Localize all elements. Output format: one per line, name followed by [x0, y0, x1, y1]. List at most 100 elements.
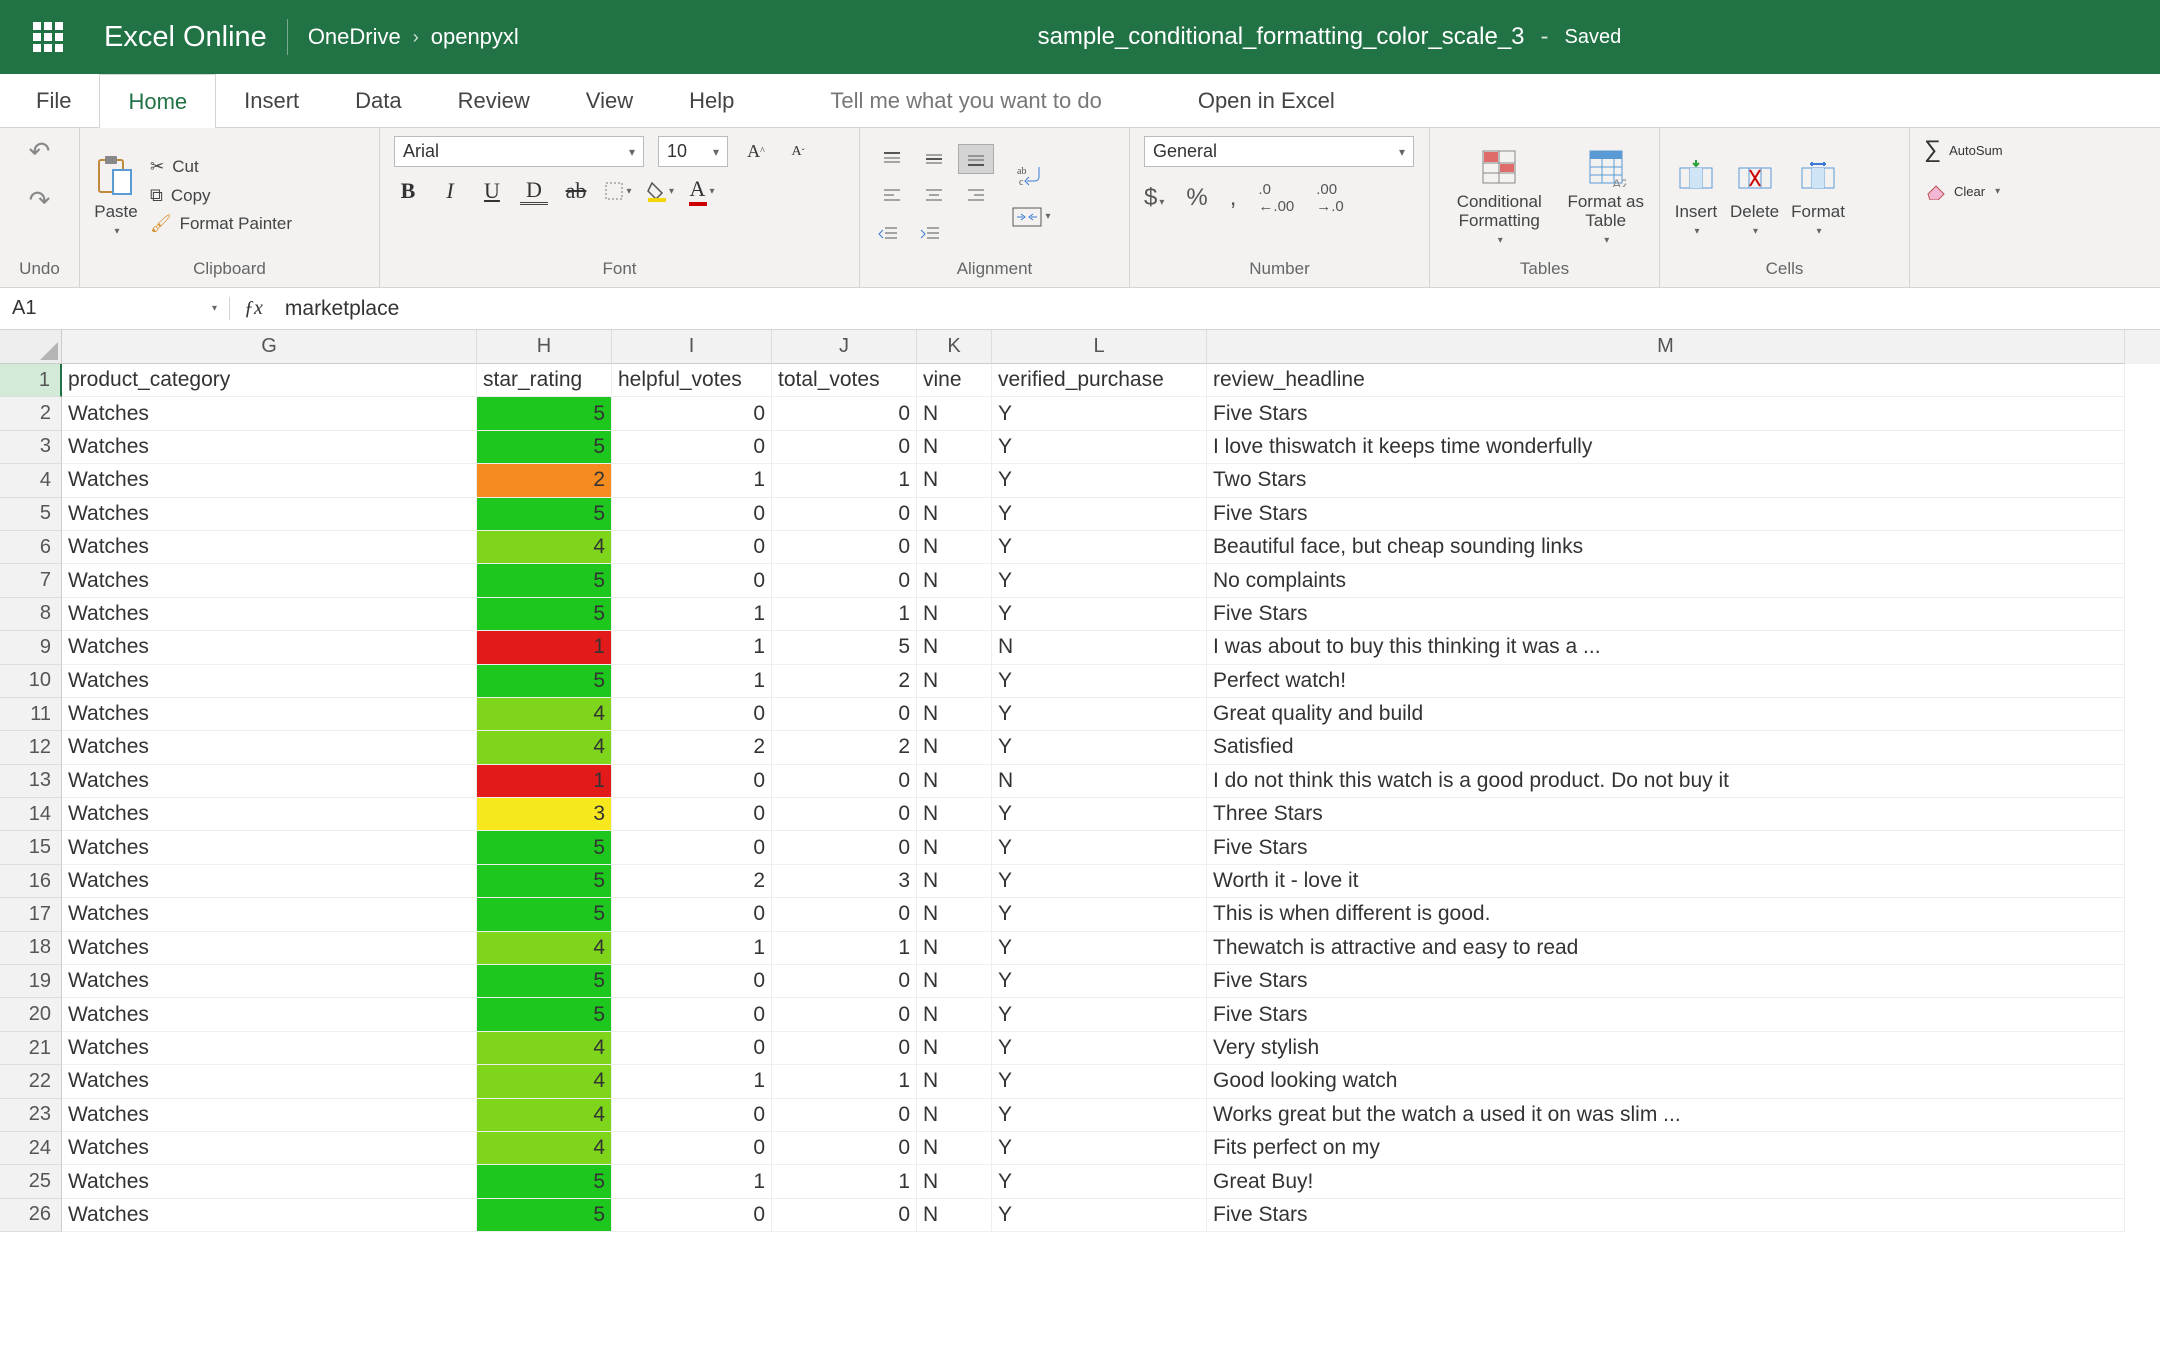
- row-header-26[interactable]: 26: [0, 1199, 62, 1232]
- cell[interactable]: Beautiful face, but cheap sounding links: [1207, 531, 2125, 564]
- cell[interactable]: Watches: [62, 1132, 477, 1165]
- cell[interactable]: 2: [612, 731, 772, 764]
- row-header-4[interactable]: 4: [0, 464, 62, 497]
- cell[interactable]: 0: [612, 1132, 772, 1165]
- cell[interactable]: Y: [992, 831, 1207, 864]
- cell[interactable]: 2: [772, 731, 917, 764]
- tab-data[interactable]: Data: [327, 74, 429, 127]
- row-header-20[interactable]: 20: [0, 998, 62, 1031]
- cell[interactable]: 0: [772, 965, 917, 998]
- cell[interactable]: Y: [992, 965, 1207, 998]
- tab-file[interactable]: File: [8, 74, 99, 127]
- cell[interactable]: Watches: [62, 564, 477, 597]
- cell[interactable]: Y: [992, 798, 1207, 831]
- cell[interactable]: 0: [612, 765, 772, 798]
- cell[interactable]: Y: [992, 865, 1207, 898]
- cell[interactable]: Watches: [62, 631, 477, 664]
- cell[interactable]: Watches: [62, 731, 477, 764]
- merge-button[interactable]: ▾: [1010, 203, 1052, 231]
- cell[interactable]: 1: [772, 1165, 917, 1198]
- cell[interactable]: 0: [772, 765, 917, 798]
- cell[interactable]: 0: [772, 1099, 917, 1132]
- cell[interactable]: 0: [612, 498, 772, 531]
- decrease-decimal-button[interactable]: .00→.0: [1316, 181, 1344, 215]
- cell[interactable]: star_rating: [477, 364, 612, 397]
- cell[interactable]: product_category: [62, 364, 477, 397]
- cell[interactable]: Y: [992, 1032, 1207, 1065]
- paste-button[interactable]: Paste ▾: [94, 154, 138, 237]
- cell[interactable]: 5: [477, 564, 612, 597]
- col-header-K[interactable]: K: [917, 330, 992, 364]
- cell[interactable]: Y: [992, 665, 1207, 698]
- align-right-button[interactable]: [958, 180, 994, 210]
- cell[interactable]: Three Stars: [1207, 798, 2125, 831]
- decrease-indent-button[interactable]: [874, 220, 902, 248]
- cell[interactable]: 1: [612, 1165, 772, 1198]
- cell[interactable]: 0: [612, 1032, 772, 1065]
- cell[interactable]: Y: [992, 731, 1207, 764]
- tab-review[interactable]: Review: [430, 74, 558, 127]
- cell[interactable]: 5: [477, 397, 612, 430]
- cell[interactable]: Thewatch is attractive and easy to read: [1207, 932, 2125, 965]
- cell[interactable]: N: [917, 531, 992, 564]
- cell[interactable]: Watches: [62, 1199, 477, 1232]
- cell[interactable]: Watches: [62, 1065, 477, 1098]
- cell[interactable]: Watches: [62, 464, 477, 497]
- cell[interactable]: N: [917, 498, 992, 531]
- cell[interactable]: N: [917, 698, 992, 731]
- cell[interactable]: 4: [477, 1032, 612, 1065]
- cell[interactable]: Y: [992, 698, 1207, 731]
- cell[interactable]: Five Stars: [1207, 598, 2125, 631]
- cell[interactable]: 5: [477, 865, 612, 898]
- cell[interactable]: Y: [992, 998, 1207, 1031]
- cell[interactable]: Y: [992, 431, 1207, 464]
- cell[interactable]: 2: [477, 464, 612, 497]
- cell[interactable]: I was about to buy this thinking it was …: [1207, 631, 2125, 664]
- cell[interactable]: vine: [917, 364, 992, 397]
- row-header-7[interactable]: 7: [0, 564, 62, 597]
- cell[interactable]: Watches: [62, 898, 477, 931]
- cell[interactable]: 0: [612, 698, 772, 731]
- row-header-14[interactable]: 14: [0, 798, 62, 831]
- cell[interactable]: 1: [772, 1065, 917, 1098]
- cell[interactable]: Good looking watch: [1207, 1065, 2125, 1098]
- cell[interactable]: 0: [612, 564, 772, 597]
- cell[interactable]: Watches: [62, 998, 477, 1031]
- row-header-22[interactable]: 22: [0, 1065, 62, 1098]
- grow-font-button[interactable]: A^: [742, 138, 770, 166]
- app-launcher-button[interactable]: [20, 22, 76, 52]
- cell[interactable]: 0: [612, 1099, 772, 1132]
- col-header-L[interactable]: L: [992, 330, 1207, 364]
- cell[interactable]: Watches: [62, 498, 477, 531]
- percent-button[interactable]: %: [1186, 184, 1207, 212]
- cell[interactable]: Y: [992, 1065, 1207, 1098]
- conditional-formatting-button[interactable]: Conditional Formatting▾: [1444, 145, 1554, 245]
- cell[interactable]: Y: [992, 932, 1207, 965]
- font-name-combo[interactable]: Arial▾: [394, 136, 644, 167]
- borders-button[interactable]: ▾: [604, 177, 632, 205]
- row-header-6[interactable]: 6: [0, 531, 62, 564]
- cell[interactable]: 4: [477, 698, 612, 731]
- cell[interactable]: 4: [477, 1132, 612, 1165]
- cell[interactable]: 2: [612, 865, 772, 898]
- cell[interactable]: Y: [992, 598, 1207, 631]
- name-box[interactable]: A1 ▾: [0, 297, 230, 320]
- tab-view[interactable]: View: [558, 74, 661, 127]
- underline-button[interactable]: U: [478, 177, 506, 205]
- breadcrumb-item[interactable]: openpyxl: [431, 24, 519, 50]
- align-bottom-button[interactable]: [958, 144, 994, 174]
- cell[interactable]: 5: [772, 631, 917, 664]
- cell[interactable]: N: [917, 1165, 992, 1198]
- cell[interactable]: Y: [992, 564, 1207, 597]
- row-header-3[interactable]: 3: [0, 431, 62, 464]
- cell[interactable]: 0: [772, 1132, 917, 1165]
- cell[interactable]: N: [917, 1032, 992, 1065]
- row-header-21[interactable]: 21: [0, 1032, 62, 1065]
- cell[interactable]: Watches: [62, 665, 477, 698]
- fill-color-button[interactable]: ▾: [646, 177, 674, 205]
- cell[interactable]: N: [917, 731, 992, 764]
- cell[interactable]: verified_purchase: [992, 364, 1207, 397]
- cell[interactable]: 0: [772, 564, 917, 597]
- currency-button[interactable]: $▾: [1144, 184, 1164, 212]
- row-header-18[interactable]: 18: [0, 932, 62, 965]
